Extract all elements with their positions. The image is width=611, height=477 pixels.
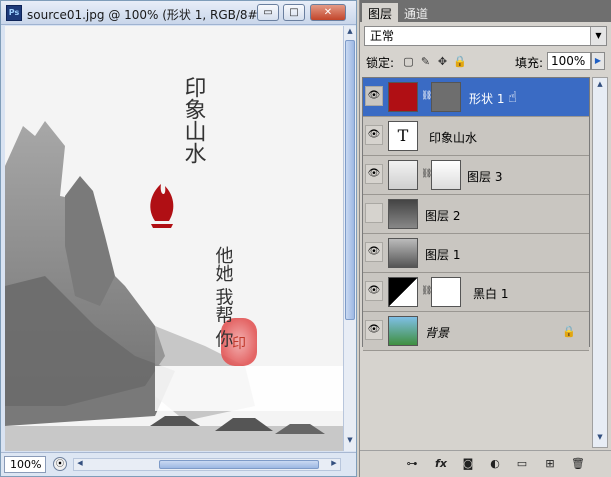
document-statusbar: 100% ⦿ ◀ ▶ — [1, 452, 356, 476]
chevron-down-icon[interactable]: ▼ — [590, 27, 606, 45]
layer-row[interactable]: 👁 ⛓ 形状 1 ☝ — [363, 78, 589, 117]
fx-icon[interactable]: fx — [432, 456, 450, 472]
maximize-button[interactable]: □ — [283, 4, 305, 21]
fill-input[interactable]: 100% — [547, 52, 591, 70]
lock-all-icon[interactable]: 🔒 — [453, 55, 467, 68]
layers-bottom-toolbar: ⊶ fx ◙ ◐ ▭ ⊞ 🗑 — [360, 450, 611, 477]
layer-name: 印象山水 — [429, 131, 478, 145]
calligraphy-title: 印象山水 — [181, 76, 207, 164]
document-titlebar[interactable]: Ps source01.jpg @ 100% (形状 1, RGB/8#... … — [1, 1, 356, 25]
link-icon[interactable]: ⛓ — [421, 91, 432, 103]
scroll-down-icon[interactable]: ▼ — [345, 436, 355, 448]
adjustment-layer-icon[interactable]: ◐ — [487, 456, 503, 472]
eye-icon[interactable]: 👁 — [365, 164, 383, 184]
blend-mode-select[interactable]: 正常 ▼ — [364, 26, 607, 46]
eye-icon[interactable]: 👁 — [365, 242, 383, 262]
close-button[interactable]: ✕ — [310, 4, 346, 21]
layer-mask-thumbnail — [431, 277, 461, 307]
image-canvas[interactable]: 印 印象山水 他她 我帮 你 — [5, 26, 343, 451]
zoom-field[interactable]: 100% — [4, 456, 46, 473]
tab-layers[interactable]: 图层 — [362, 3, 399, 22]
lock-position-icon[interactable]: ✥ — [436, 55, 449, 68]
add-mask-icon[interactable]: ◙ — [460, 456, 476, 472]
layer-row[interactable]: 👁 ⛓ 图层 3 — [363, 156, 589, 195]
layer-thumbnail — [388, 238, 418, 268]
lock-pixels-icon[interactable]: ✎ — [419, 55, 432, 68]
lock-icon: 🔒 — [562, 325, 576, 338]
layer-row[interactable]: 👁 T 印象山水 — [363, 117, 589, 156]
layers-panel: 图层 通道 正常 ▼ 锁定: ▢ ✎ ✥ 🔒 填充: 100% ▶ 👁 ⛓ 形状… — [359, 0, 611, 477]
seal-text: 印 — [232, 336, 246, 352]
layer-row[interactable]: 图层 2 — [363, 195, 589, 234]
minimize-button[interactable]: ▭ — [257, 4, 279, 21]
eye-icon[interactable]: 👁 — [365, 86, 383, 106]
link-icon[interactable]: ⛓ — [421, 286, 432, 298]
layer-name: 形状 1 — [469, 92, 505, 106]
layer-thumbnail — [388, 82, 418, 112]
scroll-down-icon[interactable]: ▼ — [595, 433, 605, 441]
calligraphy-right: 他她 我帮 你 — [213, 246, 234, 348]
trash-icon[interactable]: 🗑 — [570, 456, 586, 472]
visibility-toggle-off[interactable] — [365, 203, 383, 223]
layer-thumbnail — [388, 160, 418, 190]
vertical-scroll-thumb[interactable] — [345, 40, 355, 320]
fill-slider-icon[interactable]: ▶ — [591, 52, 605, 70]
layer-name: 黑白 1 — [473, 287, 509, 301]
landscape-artwork: 印 印象山水 他她 我帮 你 — [5, 26, 343, 451]
eye-icon[interactable]: 👁 — [365, 320, 383, 340]
layer-thumbnail — [388, 316, 418, 346]
adjustment-thumbnail — [388, 277, 418, 307]
layer-name: 背景 — [425, 326, 450, 340]
panel-tabs: 图层 通道 — [360, 0, 611, 22]
document-window: Ps source01.jpg @ 100% (形状 1, RGB/8#... … — [0, 0, 357, 477]
vector-mask-thumbnail — [431, 82, 461, 112]
scroll-right-icon[interactable]: ▶ — [328, 459, 340, 470]
link-layers-icon[interactable]: ⊶ — [404, 456, 420, 472]
layers-scrollbar[interactable]: ▲ ▼ — [592, 77, 608, 448]
eye-icon[interactable]: 👁 — [365, 281, 383, 301]
eye-icon[interactable]: 👁 — [365, 125, 383, 145]
layer-row[interactable]: 👁 ⛓ 黑白 1 — [363, 273, 589, 312]
lock-transparency-icon[interactable]: ▢ — [402, 55, 415, 68]
lock-label: 锁定: — [366, 56, 395, 70]
photoshop-app-icon: Ps — [6, 5, 22, 21]
horizontal-scroll-thumb[interactable] — [159, 460, 319, 469]
layer-name: 图层 2 — [425, 209, 461, 223]
scroll-up-icon[interactable]: ▲ — [345, 27, 355, 39]
link-icon[interactable]: ⛓ — [421, 169, 432, 181]
layer-name: 图层 3 — [467, 170, 503, 184]
layer-row[interactable]: 👁 图层 1 — [363, 234, 589, 273]
scroll-left-icon[interactable]: ◀ — [74, 459, 86, 470]
document-title: source01.jpg @ 100% (形状 1, RGB/8#... — [27, 8, 270, 22]
fill-label: 填充: — [515, 56, 544, 70]
layers-list: 👁 ⛓ 形状 1 ☝ 👁 T 印象山水 👁 ⛓ 图层 3 图层 2 👁 图层 1… — [362, 77, 590, 351]
layer-mask-thumbnail — [431, 160, 461, 190]
new-group-icon[interactable]: ▭ — [514, 456, 530, 472]
navigator-icon[interactable]: ⦿ — [53, 457, 67, 471]
hand-cursor-icon: ☝ — [508, 88, 518, 106]
lock-row: 锁定: ▢ ✎ ✥ 🔒 填充: 100% ▶ — [364, 52, 608, 72]
text-layer-thumbnail: T — [388, 121, 418, 151]
scroll-up-icon[interactable]: ▲ — [595, 80, 605, 88]
layer-name: 图层 1 — [425, 248, 461, 262]
layer-thumbnail — [388, 199, 418, 229]
vertical-scrollbar[interactable]: ▲ ▼ — [343, 26, 356, 451]
horizontal-scrollbar[interactable]: ◀ ▶ — [73, 458, 341, 471]
layer-row[interactable]: 👁 背景 🔒 — [363, 312, 589, 351]
blend-mode-value: 正常 — [370, 29, 395, 43]
new-layer-icon[interactable]: ⊞ — [542, 456, 558, 472]
tab-channels[interactable]: 通道 — [398, 3, 434, 22]
